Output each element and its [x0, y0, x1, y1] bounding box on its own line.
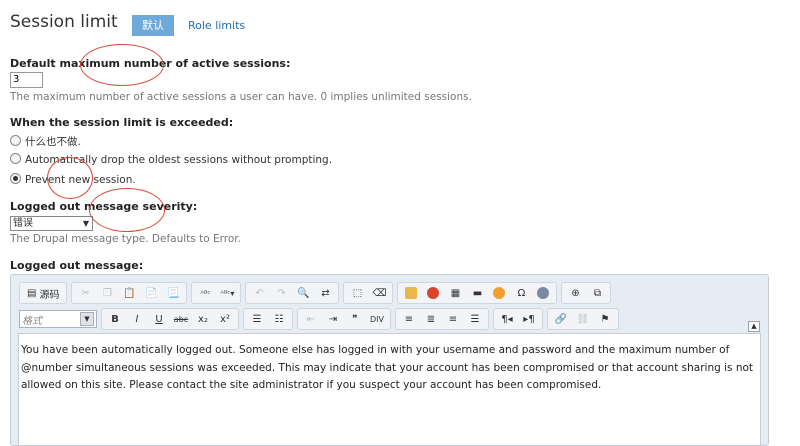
- bulleted-list-icon[interactable]: ☷: [269, 311, 289, 327]
- exceeded-label: When the session limit is exceeded:: [10, 116, 234, 129]
- radio-button-checked[interactable]: [10, 173, 21, 184]
- strikethrough-icon[interactable]: abc: [171, 311, 191, 327]
- radio-button[interactable]: [10, 135, 21, 146]
- severity-selected-value: 错误: [13, 218, 33, 229]
- radio-label: Prevent new session.: [25, 174, 136, 186]
- spellcheck-dropdown-icon[interactable]: ᴬᴮᶜ▾: [217, 285, 237, 301]
- message-label: Logged out message:: [10, 259, 144, 272]
- align-right-icon[interactable]: ≡: [443, 311, 463, 327]
- align-left-icon[interactable]: ≡: [399, 311, 419, 327]
- dropdown-arrow-icon: ▼: [80, 312, 94, 326]
- source-button[interactable]: ▤ 源码: [23, 285, 63, 301]
- toolbar-row-2: 格式 ▼ B I U abc x₂ x² ☰ ☷ ⇤ ⇥ ❞ DIV ≡ ≣ ≡…: [19, 308, 619, 330]
- toolbar-group-basic: B I U abc x₂ x²: [101, 308, 239, 330]
- find-icon[interactable]: 🔍: [293, 285, 313, 301]
- source-label: 源码: [39, 289, 60, 301]
- toolbar-group-direction: ¶◂ ▸¶: [493, 308, 543, 330]
- show-blocks-icon[interactable]: ⧉: [587, 285, 607, 301]
- severity-label: Logged out message severity:: [10, 200, 198, 213]
- radio-label: Automatically drop the oldest sessions w…: [25, 154, 333, 166]
- tab-default[interactable]: 默认: [132, 15, 174, 36]
- rtl-icon[interactable]: ¶◂: [497, 311, 517, 327]
- severity-select[interactable]: 错误 ▼: [10, 216, 93, 231]
- toolbar-group-source: ▤ 源码: [19, 282, 68, 304]
- toolbar-group-list: ☰ ☷: [243, 308, 293, 330]
- horizontal-rule-icon[interactable]: ▬: [467, 285, 487, 301]
- superscript-icon[interactable]: x²: [215, 311, 235, 327]
- radio-label: 什么也不做.: [25, 136, 81, 148]
- select-all-icon[interactable]: ⬚: [347, 285, 367, 301]
- format-select[interactable]: 格式 ▼: [19, 310, 97, 328]
- radio-do-nothing[interactable]: 什么也不做.: [10, 134, 81, 148]
- maximize-icon[interactable]: ⊕: [565, 285, 585, 301]
- align-center-icon[interactable]: ≣: [421, 311, 441, 327]
- numbered-list-icon[interactable]: ☰: [247, 311, 267, 327]
- flash-icon[interactable]: [423, 285, 443, 301]
- toolbar-group-insert: ▦ ▬ Ω: [397, 282, 558, 304]
- toolbar-group-align: ≡ ≣ ≡ ☰: [395, 308, 489, 330]
- paste-text-icon[interactable]: 📄: [141, 285, 161, 301]
- toolbar-group-link: 🔗 ⛓ ⚑: [547, 308, 619, 330]
- remove-format-icon[interactable]: ⌫: [369, 285, 389, 301]
- unlink-icon[interactable]: ⛓: [573, 311, 593, 327]
- spellcheck-icon[interactable]: ᴬᴮᶜ: [195, 285, 215, 301]
- max-sessions-description: The maximum number of active sessions a …: [10, 91, 472, 103]
- image-icon[interactable]: [401, 285, 421, 301]
- max-sessions-label: Default maximum number of active session…: [10, 57, 291, 70]
- blockquote-icon[interactable]: ❞: [345, 311, 365, 327]
- toolbar-group-select: ⬚ ⌫: [343, 282, 394, 304]
- iframe-icon[interactable]: [533, 285, 553, 301]
- link-icon[interactable]: 🔗: [551, 311, 571, 327]
- undo-icon[interactable]: ↶: [249, 285, 269, 301]
- toolbar-group-clipboard: ✂ ❐ 📋 📄 📃: [71, 282, 188, 304]
- table-icon[interactable]: ▦: [445, 285, 465, 301]
- page-title: Session limit: [10, 12, 118, 32]
- document-icon: ▤: [27, 287, 37, 299]
- align-justify-icon[interactable]: ☰: [465, 311, 485, 327]
- paste-icon[interactable]: 📋: [119, 285, 139, 301]
- rich-text-editor: ▤ 源码 ✂ ❐ 📋 📄 📃 ᴬᴮᶜ ᴬᴮᶜ▾ ↶ ↷ 🔍 ⇄ ⬚ ⌫ ▦ ▬ …: [10, 274, 769, 446]
- toolbar-row-1: ▤ 源码 ✂ ❐ 📋 📄 📃 ᴬᴮᶜ ᴬᴮᶜ▾ ↶ ↷ 🔍 ⇄ ⬚ ⌫ ▦ ▬ …: [19, 282, 612, 304]
- editor-content[interactable]: You have been automatically logged out. …: [18, 333, 761, 445]
- special-char-icon[interactable]: Ω: [511, 285, 531, 301]
- paste-word-icon[interactable]: 📃: [163, 285, 183, 301]
- ltr-icon[interactable]: ▸¶: [519, 311, 539, 327]
- italic-icon[interactable]: I: [127, 311, 147, 327]
- replace-icon[interactable]: ⇄: [315, 285, 335, 301]
- div-container-icon[interactable]: DIV: [367, 311, 387, 327]
- toolbar-group-indent: ⇤ ⇥ ❞ DIV: [297, 308, 391, 330]
- format-placeholder: 格式: [22, 315, 42, 327]
- copy-icon[interactable]: ❐: [97, 285, 117, 301]
- max-sessions-input[interactable]: 3: [10, 72, 43, 88]
- tab-role-limits[interactable]: Role limits: [188, 19, 245, 32]
- indent-icon[interactable]: ⇥: [323, 311, 343, 327]
- collapse-toolbar-icon[interactable]: ▲: [748, 321, 760, 332]
- dropdown-arrow-icon: ▼: [82, 219, 89, 228]
- cut-icon[interactable]: ✂: [75, 285, 95, 301]
- toolbar-group-view: ⊕ ⧉: [561, 282, 612, 304]
- outdent-icon[interactable]: ⇤: [301, 311, 321, 327]
- anchor-flag-icon[interactable]: ⚑: [595, 311, 615, 327]
- smiley-icon[interactable]: [489, 285, 509, 301]
- header: Session limit 默认 Role limits: [0, 0, 800, 44]
- radio-button[interactable]: [10, 153, 21, 164]
- subscript-icon[interactable]: x₂: [193, 311, 213, 327]
- severity-description: The Drupal message type. Defaults to Err…: [10, 233, 241, 245]
- radio-prevent-new[interactable]: Prevent new session.: [10, 173, 136, 187]
- bold-icon[interactable]: B: [105, 311, 125, 327]
- radio-drop-oldest[interactable]: Automatically drop the oldest sessions w…: [10, 153, 332, 167]
- toolbar-group-undo: ↶ ↷ 🔍 ⇄: [245, 282, 340, 304]
- redo-icon[interactable]: ↷: [271, 285, 291, 301]
- underline-icon[interactable]: U: [149, 311, 169, 327]
- toolbar-group-spell: ᴬᴮᶜ ᴬᴮᶜ▾: [191, 282, 242, 304]
